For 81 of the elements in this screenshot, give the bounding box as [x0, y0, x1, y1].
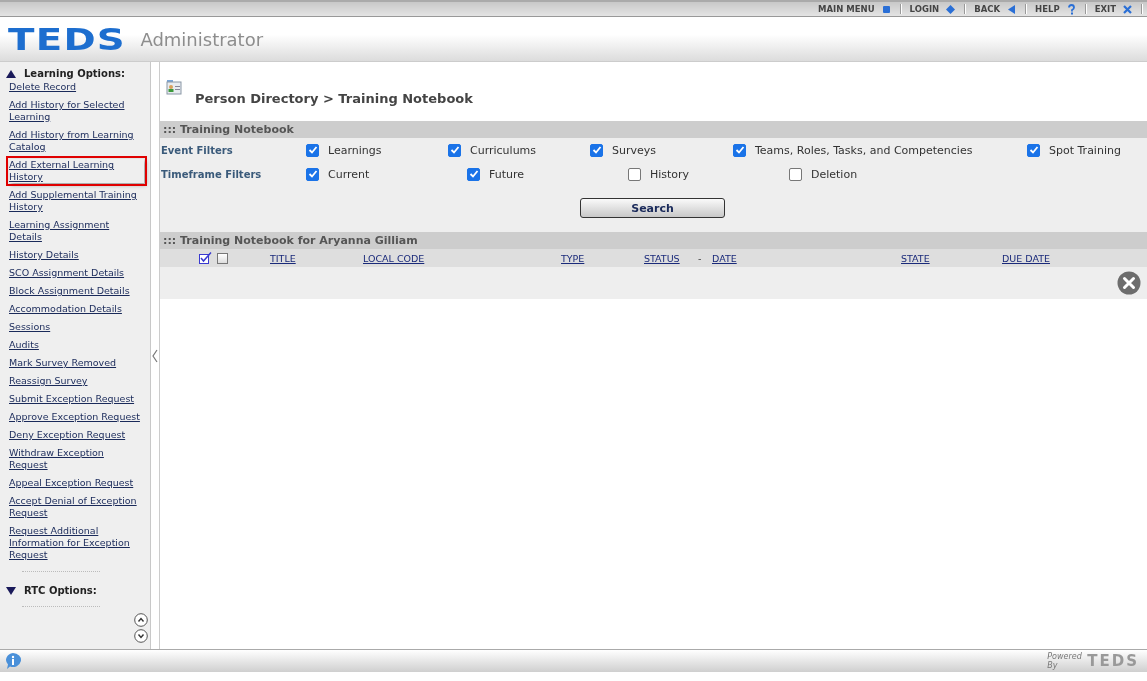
checkbox-label: Curriculums [470, 143, 537, 157]
filter-label: Timeframe Filters [160, 168, 263, 180]
sidebar-link[interactable]: Sessions [9, 321, 51, 333]
checkbox-label: Future [489, 167, 525, 181]
app-title: Administrator [140, 28, 264, 50]
diamond-icon[interactable] [945, 3, 957, 15]
sidebar-link[interactable]: Deny Exception Request [9, 429, 126, 441]
checkbox[interactable] [590, 143, 603, 157]
sidebar-link[interactable]: Approve Exception Request [9, 411, 140, 423]
sidebar-link[interactable]: Appeal Exception Request [9, 477, 134, 489]
sidebar-link[interactable]: Block Assignment Details [9, 285, 130, 297]
panel-title: ::: Training Notebook for Aryanna Gilliam [160, 232, 1147, 249]
breadcrumb-title: Person Directory > Training Notebook [195, 91, 473, 106]
sidebar-link[interactable]: Withdraw Exception Request [9, 447, 144, 471]
collapse-triangle-icon[interactable] [6, 69, 16, 78]
info-icon[interactable] [4, 652, 22, 670]
checkbox-label: History [650, 167, 690, 181]
checkbox[interactable] [306, 167, 319, 181]
close-icon[interactable] [1117, 271, 1141, 295]
close-icon[interactable] [1122, 3, 1133, 15]
sidebar-link[interactable]: Add History from Learning Catalog [9, 129, 144, 153]
nav-link[interactable]: LOGIN [909, 4, 940, 14]
directory-card-icon [166, 79, 182, 95]
checkbox[interactable] [306, 143, 319, 157]
collapse-handle[interactable] [151, 62, 160, 649]
nav-link[interactable]: HELP [1035, 4, 1060, 14]
nav-link[interactable]: EXIT [1094, 4, 1116, 14]
column-header[interactable]: LOCAL CODE [363, 252, 425, 264]
checkbox[interactable] [628, 167, 641, 181]
powered-by-label: Powered By [1047, 652, 1083, 670]
sidebar-link[interactable]: Add History for Selected Learning [9, 99, 144, 123]
sidebar-link[interactable]: Audits [9, 339, 39, 351]
column-header[interactable]: STATUS [644, 252, 680, 264]
section-header[interactable]: RTC Options: [0, 585, 150, 596]
checkbox-label: Learnings [328, 143, 382, 157]
triangle-icon[interactable] [1006, 3, 1018, 15]
search-button[interactable]: Search [580, 198, 725, 218]
sidebar-link[interactable]: Accept Denial of Exception Request [9, 495, 144, 519]
sidebar-link[interactable]: Delete Record [9, 81, 77, 93]
checkbox[interactable] [1027, 143, 1040, 157]
panel-title: ::: Training Notebook [160, 121, 1147, 138]
scroll-up-button[interactable] [134, 613, 148, 627]
checkbox-label: Spot Training [1049, 143, 1121, 157]
sidebar-link[interactable]: Accommodation Details [9, 303, 122, 315]
checkbox-label: Teams, Roles, Tasks, and Competencies [755, 143, 973, 157]
checkbox-label: Deletion [811, 167, 858, 181]
column-header[interactable]: TITLE [270, 252, 296, 264]
column-header[interactable]: DATE [712, 252, 737, 264]
column-header[interactable]: STATE [901, 252, 930, 264]
checkbox[interactable] [448, 143, 461, 157]
help-icon[interactable] [1065, 3, 1077, 15]
column-separator: - [698, 252, 703, 264]
checkbox[interactable] [733, 143, 746, 157]
section-title: RTC Options: [24, 585, 97, 596]
sidebar-link[interactable]: Learning Assignment Details [9, 219, 144, 243]
checkbox[interactable] [467, 167, 480, 181]
nav-link[interactable]: BACK [974, 4, 1001, 14]
sidebar-link[interactable]: Reassign Survey [9, 375, 88, 387]
sidebar-link[interactable]: Add External Learning History [9, 159, 144, 183]
sidebar-link[interactable]: Add Supplemental Training History [9, 189, 144, 213]
square-icon[interactable] [880, 3, 892, 15]
sidebar-link[interactable]: History Details [9, 249, 79, 261]
checkbox[interactable] [789, 167, 802, 181]
select-all-icon[interactable] [199, 252, 212, 264]
column-header[interactable]: DUE DATE [1002, 252, 1050, 264]
teds-logo: TEDS [8, 23, 126, 55]
checkbox-label: Surveys [612, 143, 656, 157]
section-header[interactable]: Learning Options: [0, 68, 150, 79]
sidebar-link[interactable]: SCO Assignment Details [9, 267, 125, 279]
filter-label: Event Filters [160, 144, 234, 156]
teds-logo: TEDS [1087, 652, 1139, 670]
checkbox-label: Current [328, 167, 370, 181]
section-title: Learning Options: [24, 68, 125, 79]
nav-link[interactable]: MAIN MENU [818, 4, 875, 14]
column-header[interactable]: TYPE [561, 252, 585, 264]
checkbox[interactable] [217, 252, 228, 264]
scroll-down-button[interactable] [134, 629, 148, 643]
expand-triangle-icon[interactable] [6, 586, 16, 595]
sidebar-link[interactable]: Mark Survey Removed [9, 357, 117, 369]
sidebar-link[interactable]: Request Additional Information for Exception Request [9, 525, 144, 561]
sidebar-link[interactable]: Submit Exception Request [9, 393, 135, 405]
